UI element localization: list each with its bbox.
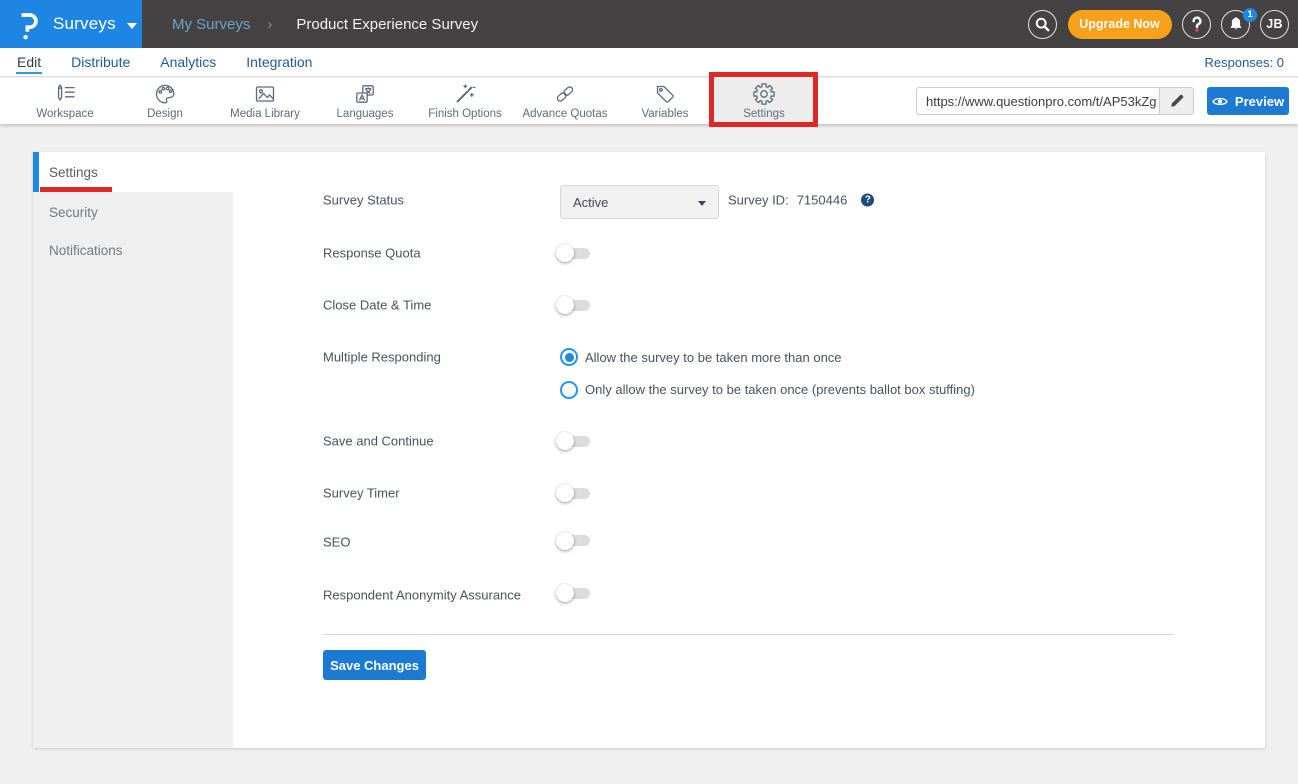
respondent-anonymity-label: Respondent Anonymity Assurance: [323, 588, 521, 603]
search-button[interactable]: [1028, 10, 1057, 39]
breadcrumb-parent[interactable]: My Surveys: [172, 16, 250, 33]
product-switcher[interactable]: Surveys: [0, 0, 142, 48]
edit-toolbar: Workspace Design Media Library Languages…: [0, 78, 1298, 124]
bell-icon: [1227, 15, 1245, 33]
save-and-continue-label: Save and Continue: [323, 434, 434, 449]
avatar-initials: JB: [1266, 17, 1283, 31]
survey-url-field: [916, 87, 1194, 115]
survey-status-value: Active: [573, 195, 608, 210]
palette-icon: [153, 82, 177, 106]
radio-unselected-icon: [560, 381, 578, 399]
product-label: Surveys: [53, 14, 116, 34]
response-quota-toggle[interactable]: [556, 244, 590, 262]
toolbar-item-workspace[interactable]: Workspace: [16, 78, 114, 124]
respondent-anonymity-toggle[interactable]: [556, 584, 590, 602]
translate-icon: [353, 82, 377, 106]
survey-nav: Edit Distribute Analytics Integration Re…: [0, 48, 1298, 77]
toolbar-item-variables[interactable]: Variables: [616, 78, 714, 124]
multiple-responding-option-1[interactable]: Allow the survey to be taken more than o…: [560, 348, 842, 366]
response-quota-label: Response Quota: [323, 246, 421, 261]
help-icon: [1189, 15, 1205, 33]
pencil-icon: [1170, 94, 1184, 108]
preview-button[interactable]: Preview: [1207, 87, 1289, 115]
upgrade-now-button[interactable]: Upgrade Now: [1068, 10, 1172, 39]
tab-analytics[interactable]: Analytics: [160, 54, 216, 70]
seo-toggle[interactable]: [556, 532, 590, 550]
settings-form: Survey Status Active Survey ID: 7150446 …: [233, 152, 1265, 748]
multiple-responding-label: Multiple Responding: [323, 350, 441, 365]
settings-card: Settings Security Notifications Survey S…: [33, 152, 1265, 748]
radio-selected-icon: [560, 348, 578, 366]
toolbar-item-media-library[interactable]: Media Library: [216, 78, 314, 124]
toolbar-item-languages[interactable]: Languages: [316, 78, 414, 124]
top-bar: Surveys My Surveys › Product Experience …: [0, 0, 1298, 48]
tab-edit[interactable]: Edit: [17, 54, 41, 70]
links-icon: [553, 82, 577, 106]
sidebar-item-settings[interactable]: Settings: [33, 152, 233, 192]
survey-timer-toggle[interactable]: [556, 484, 590, 502]
toolbar-item-design[interactable]: Design: [116, 78, 214, 124]
seo-label: SEO: [323, 535, 350, 550]
help-button[interactable]: [1182, 10, 1211, 39]
settings-sidebar: Settings Security Notifications: [33, 152, 233, 748]
sidebar-item-security[interactable]: Security: [33, 193, 233, 231]
chevron-down-icon: [127, 23, 137, 29]
survey-status-label: Survey Status: [323, 193, 404, 208]
questionpro-logo-icon: [17, 9, 41, 41]
breadcrumb-separator-icon: ›: [267, 16, 272, 33]
toolbar-item-finish-options[interactable]: Finish Options: [416, 78, 514, 124]
tag-icon: [653, 82, 677, 106]
workspace-icon: [53, 82, 77, 106]
survey-id-value: 7150446: [797, 193, 848, 208]
notification-badge: 1: [1243, 8, 1257, 22]
survey-status-select[interactable]: Active: [560, 185, 719, 219]
close-date-toggle[interactable]: [556, 296, 590, 314]
gear-icon: [752, 82, 776, 106]
eye-icon: [1212, 96, 1228, 107]
search-icon: [1035, 17, 1050, 32]
survey-timer-label: Survey Timer: [323, 486, 400, 501]
edit-url-button[interactable]: [1159, 88, 1193, 114]
save-and-continue-toggle[interactable]: [556, 432, 590, 450]
form-divider: [323, 634, 1174, 635]
caret-down-icon: [698, 201, 706, 206]
multiple-responding-option-2[interactable]: Only allow the survey to be taken once (…: [560, 381, 975, 399]
survey-url-input[interactable]: [917, 88, 1159, 114]
image-icon: [253, 82, 277, 106]
survey-id-label: Survey ID:: [728, 193, 789, 208]
close-date-label: Close Date & Time: [323, 298, 431, 313]
topbar-actions: Upgrade Now 1 JB: [1028, 10, 1298, 39]
wand-icon: [453, 82, 477, 106]
sidebar-item-notifications[interactable]: Notifications: [33, 231, 233, 269]
breadcrumb-current: Product Experience Survey: [296, 16, 478, 33]
notifications-button[interactable]: 1: [1221, 10, 1250, 39]
toolbar-item-advance-quotas[interactable]: Advance Quotas: [516, 78, 614, 124]
survey-id-help-icon[interactable]: ?: [861, 194, 874, 207]
save-changes-button[interactable]: Save Changes: [323, 650, 426, 680]
toolbar-item-settings[interactable]: Settings: [715, 78, 813, 124]
responses-count[interactable]: Responses: 0: [1205, 55, 1285, 70]
breadcrumb: My Surveys › Product Experience Survey: [172, 16, 478, 33]
avatar[interactable]: JB: [1260, 10, 1289, 39]
tab-distribute[interactable]: Distribute: [71, 54, 130, 70]
tab-integration[interactable]: Integration: [246, 54, 312, 70]
